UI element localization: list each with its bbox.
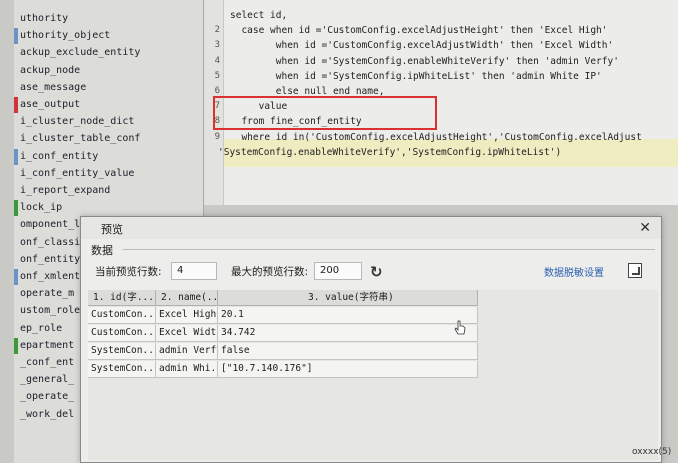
code-line[interactable]: where id in('CustomConfig.excelAdjustHei… <box>230 132 641 143</box>
table-list-item[interactable]: ase_message <box>20 80 140 96</box>
table-list-item[interactable]: lock_ip <box>20 200 140 216</box>
grid-cell[interactable]: SystemCon... <box>88 343 156 360</box>
preview-grid: 1. id(字... 2. name(... 3. value(字符串) Cus… <box>88 290 658 460</box>
code-line[interactable]: when id ='SystemConfig.enableWhiteVerify… <box>230 56 619 67</box>
table-status-marker <box>14 269 18 285</box>
current-rows-label: 当前预览行数: <box>95 266 162 278</box>
mouse-cursor-icon <box>454 320 466 335</box>
group-divider <box>123 249 655 250</box>
table-list-item[interactable]: uthority_object <box>20 28 140 44</box>
dialog-title: 预览 <box>101 223 123 236</box>
line-number: 2 <box>214 25 220 36</box>
highlight-annotation-box <box>213 96 437 130</box>
table-status-marker <box>14 148 18 165</box>
table-list-item[interactable]: ackup_exclude_entity <box>20 45 140 61</box>
refresh-icon[interactable]: ↻ <box>370 263 383 281</box>
table-list-item[interactable]: ase_output <box>20 97 140 113</box>
table-list-item[interactable]: i_cluster_node_dict <box>20 114 140 130</box>
max-rows-field[interactable]: 200 <box>314 262 362 280</box>
line-number: 6 <box>214 86 220 96</box>
table-list-item[interactable]: i_conf_entity <box>20 149 140 165</box>
close-icon[interactable]: ✕ <box>639 220 651 236</box>
code-line[interactable]: when id ='SystemConfig.ipWhiteList' then… <box>230 71 602 82</box>
grid-cell[interactable]: CustomCon... <box>88 307 156 324</box>
code-line[interactable]: select id, <box>230 10 287 21</box>
grid-cell[interactable]: 20.1 <box>218 307 478 324</box>
grid-cell[interactable]: CustomCon... <box>88 325 156 342</box>
table-status-marker <box>14 97 18 113</box>
table-status-marker <box>14 337 18 354</box>
data-group-label: 数据 <box>91 244 113 257</box>
table-list-item[interactable]: ackup_node <box>20 63 140 79</box>
line-number: 5 <box>214 70 220 81</box>
table-list-item[interactable]: uthority <box>20 11 140 27</box>
table-list-item[interactable]: i_report_expand <box>20 183 140 199</box>
current-rows-field[interactable]: 4 <box>171 262 217 280</box>
code-line[interactable]: 'SystemConfig.enableWhiteVerify','System… <box>218 147 561 158</box>
grid-cell[interactable]: 34.742 <box>218 325 478 342</box>
grid-cell[interactable]: ["10.7.140.176"] <box>218 361 478 378</box>
desensitize-settings-link[interactable]: 数据脱敏设置 <box>544 264 604 279</box>
code-line[interactable]: when id ='CustomConfig.excelAdjustWidth'… <box>230 40 613 51</box>
grid-cell[interactable]: Excel High <box>156 307 218 324</box>
preview-dialog: 预览 ✕ 数据 当前预览行数: 4 最大的预览行数: 200 ↻ 数据脱敏设置 … <box>80 216 662 463</box>
grid-cell[interactable]: admin Verfy <box>156 343 218 360</box>
table-list-item[interactable]: i_conf_entity_value <box>20 166 140 182</box>
line-number: 3 <box>214 40 220 51</box>
table-list-item[interactable]: i_cluster_table_conf <box>20 131 140 147</box>
status-text: oxxxx(5) <box>632 447 672 457</box>
table-status-marker <box>14 28 18 45</box>
column-header-value[interactable]: 3. value(字符串) <box>218 290 478 306</box>
column-header-id[interactable]: 1. id(字... <box>88 290 156 306</box>
grid-cell[interactable]: admin Whi... <box>156 361 218 378</box>
max-rows-label: 最大的预览行数: <box>231 266 309 278</box>
column-header-name[interactable]: 2. name(... <box>156 290 218 306</box>
line-number: 4 <box>214 55 220 66</box>
dialog-titlebar: 预览 ✕ <box>81 217 661 239</box>
sql-editor[interactable]: 23456789 select id, case when id ='Custo… <box>204 0 678 205</box>
grid-cell[interactable]: SystemCon... <box>88 361 156 378</box>
grid-cell[interactable]: false <box>218 343 478 360</box>
line-number: 9 <box>214 131 220 142</box>
export-icon[interactable] <box>628 263 642 278</box>
table-status-marker <box>14 200 18 217</box>
grid-cell[interactable]: Excel Width <box>156 325 218 342</box>
code-line[interactable]: case when id ='CustomConfig.excelAdjustH… <box>230 25 607 36</box>
